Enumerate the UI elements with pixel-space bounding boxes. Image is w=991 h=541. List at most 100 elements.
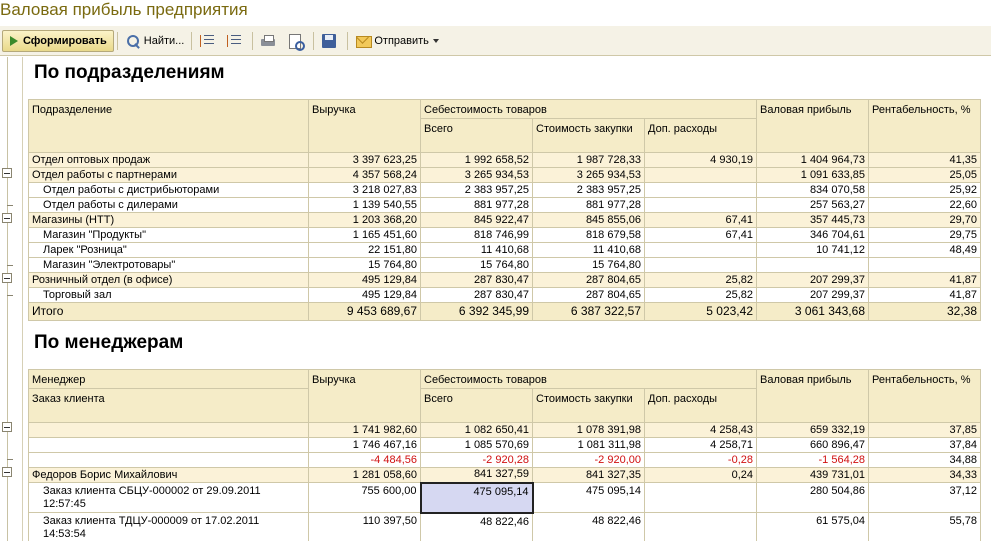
gross-cell[interactable]: 10 741,12 xyxy=(756,242,869,258)
extra-cell[interactable]: 4 930,19 xyxy=(644,152,757,168)
total-cell[interactable]: 1 082 650,41 xyxy=(420,422,533,438)
save-button[interactable] xyxy=(317,30,344,52)
purchase-cell[interactable]: 15 764,80 xyxy=(532,257,645,273)
table-row[interactable]: Магазин "Продукты" 1 165 451,60 818 746,99… xyxy=(28,227,981,243)
gross-cell[interactable]: 207 299,37 xyxy=(756,287,869,303)
revenue-cell[interactable]: 1 139 540,55 xyxy=(308,197,421,213)
profit-cell[interactable]: 41,87 xyxy=(868,287,981,303)
extra-cell[interactable]: 4 258,71 xyxy=(644,437,757,453)
extra-cell[interactable] xyxy=(644,242,757,258)
profit-cell[interactable]: 29,75 xyxy=(868,227,981,243)
table-row[interactable]: Ларек "Розница" 22 151,80 11 410,68 11 410,… xyxy=(28,242,981,258)
department-name-cell[interactable]: Отдел работы с дилерами xyxy=(28,197,309,213)
extra-cell[interactable] xyxy=(644,197,757,213)
table-row[interactable]: Федоров Борис Михайлович 1 281 058,60 841 … xyxy=(28,467,981,483)
gross-cell[interactable]: 257 563,27 xyxy=(756,197,869,213)
total-total-cell[interactable]: 6 392 345,99 xyxy=(420,302,533,321)
total-cell[interactable]: 1 992 658,52 xyxy=(420,152,533,168)
total-cell[interactable]: 15 764,80 xyxy=(420,257,533,273)
total-purchase-cell[interactable]: 6 387 322,57 xyxy=(532,302,645,321)
table-row[interactable]: Отдел работы с дистрибьюторами 3 218 027,… xyxy=(28,182,981,198)
revenue-cell[interactable]: 110 397,50 xyxy=(308,512,421,541)
gross-cell[interactable]: 346 704,61 xyxy=(756,227,869,243)
preview-button[interactable] xyxy=(283,30,310,52)
gross-cell[interactable]: 207 299,37 xyxy=(756,272,869,288)
table-row[interactable]: Отдел работы с дилерами 1 139 540,55 881 9… xyxy=(28,197,981,213)
revenue-cell[interactable]: 495 129,84 xyxy=(308,287,421,303)
collapse-group-button[interactable] xyxy=(2,467,12,477)
table-row[interactable]: Отдел оптовых продаж 3 397 623,25 1 992 65… xyxy=(28,152,981,168)
total-cell[interactable]: 1 085 570,69 xyxy=(420,437,533,453)
extra-cell[interactable]: 0,24 xyxy=(644,467,757,483)
gross-cell[interactable]: 834 070,58 xyxy=(756,182,869,198)
profit-cell[interactable]: 25,05 xyxy=(868,167,981,183)
gross-cell[interactable]: 439 731,01 xyxy=(756,467,869,483)
report-content[interactable]: По подразделениям Подразделение Выручка … xyxy=(0,57,991,541)
find-button[interactable]: Найти... xyxy=(121,30,189,52)
total-extra-cell[interactable]: 5 023,42 xyxy=(644,302,757,321)
purchase-cell[interactable]: 2 383 957,25 xyxy=(532,182,645,198)
revenue-cell[interactable]: 3 397 623,25 xyxy=(308,152,421,168)
revenue-cell[interactable]: 3 218 027,83 xyxy=(308,182,421,198)
department-name-cell[interactable]: Магазины (НТТ) xyxy=(28,212,309,228)
totals-row[interactable]: Итого 9 453 689,67 6 392 345,99 6 387 322,5… xyxy=(28,302,981,321)
table-row[interactable]: Заказ клиента ТДЦУ-000009 от 17.02.2011 … xyxy=(28,512,981,541)
profit-cell[interactable]: 48,49 xyxy=(868,242,981,258)
total-cell[interactable]: 3 265 934,53 xyxy=(420,167,533,183)
total-cell[interactable]: 475 095,14 xyxy=(419,481,534,514)
revenue-cell[interactable]: 1 165 451,60 xyxy=(308,227,421,243)
revenue-cell[interactable]: 495 129,84 xyxy=(308,272,421,288)
department-name-cell[interactable]: Ларек "Розница" xyxy=(28,242,309,258)
profit-cell[interactable]: 29,70 xyxy=(868,212,981,228)
total-profit-cell[interactable]: 32,38 xyxy=(868,302,981,321)
gross-cell[interactable]: 1 091 633,85 xyxy=(756,167,869,183)
manager-name-cell[interactable]: Заказ клиента СБЦУ-000002 от 29.09.2011 … xyxy=(28,482,309,513)
gross-cell[interactable]: 1 404 964,73 xyxy=(756,152,869,168)
profit-cell[interactable] xyxy=(868,257,981,273)
purchase-cell[interactable]: -2 920,00 xyxy=(532,452,645,468)
print-button[interactable] xyxy=(256,30,283,52)
profit-cell[interactable]: 34,33 xyxy=(868,467,981,483)
department-name-cell[interactable]: Отдел работы с партнерами xyxy=(28,167,309,183)
revenue-cell[interactable]: 1 281 058,60 xyxy=(308,467,421,483)
total-cell[interactable]: 48 822,46 xyxy=(420,512,533,541)
table-row[interactable]: 1 741 982,60 1 082 650,41 1 078 391,98 4 25… xyxy=(28,422,981,438)
profit-cell[interactable]: 37,84 xyxy=(868,437,981,453)
department-name-cell[interactable]: Розничный отдел (в офисе) xyxy=(28,272,309,288)
department-name-cell[interactable]: Магазин "Продукты" xyxy=(28,227,309,243)
total-cell[interactable]: 2 383 957,25 xyxy=(420,182,533,198)
extra-cell[interactable]: 25,82 xyxy=(644,287,757,303)
purchase-cell[interactable]: 475 095,14 xyxy=(532,482,645,513)
extra-cell[interactable] xyxy=(644,167,757,183)
total-gross-cell[interactable]: 3 061 343,68 xyxy=(756,302,869,321)
total-cell[interactable]: 818 746,99 xyxy=(420,227,533,243)
gross-cell[interactable]: 659 332,19 xyxy=(756,422,869,438)
table-row[interactable]: Магазины (НТТ) 1 203 368,20 845 922,47 845 … xyxy=(28,212,981,228)
gross-cell[interactable]: 660 896,47 xyxy=(756,437,869,453)
extra-cell[interactable]: 4 258,43 xyxy=(644,422,757,438)
total-cell[interactable]: 841 327,59 xyxy=(420,467,533,483)
extra-cell[interactable]: 67,41 xyxy=(644,212,757,228)
purchase-cell[interactable]: 818 679,58 xyxy=(532,227,645,243)
table-row[interactable]: Розничный отдел (в офисе) 495 129,84 287 8… xyxy=(28,272,981,288)
gross-cell[interactable]: 280 504,86 xyxy=(756,482,869,513)
total-cell[interactable]: 287 830,47 xyxy=(420,287,533,303)
purchase-cell[interactable]: 3 265 934,53 xyxy=(532,167,645,183)
purchase-cell[interactable]: 1 081 311,98 xyxy=(532,437,645,453)
profit-cell[interactable]: 34,88 xyxy=(868,452,981,468)
department-name-cell[interactable]: Отдел работы с дистрибьюторами xyxy=(28,182,309,198)
table-row[interactable]: Торговый зал 495 129,84 287 830,47 287 804,… xyxy=(28,287,981,303)
extra-cell[interactable] xyxy=(644,257,757,273)
profit-cell[interactable]: 22,60 xyxy=(868,197,981,213)
expand-groups-button[interactable] xyxy=(222,30,249,52)
total-cell[interactable]: 845 922,47 xyxy=(420,212,533,228)
department-name-cell[interactable]: Торговый зал xyxy=(28,287,309,303)
collapse-group-button[interactable] xyxy=(2,168,12,178)
revenue-cell[interactable]: 22 151,80 xyxy=(308,242,421,258)
table-row[interactable]: Заказ клиента СБЦУ-000002 от 29.09.2011 … xyxy=(28,481,981,514)
total-cell[interactable]: 287 830,47 xyxy=(420,272,533,288)
purchase-cell[interactable]: 881 977,28 xyxy=(532,197,645,213)
profit-cell[interactable]: 37,85 xyxy=(868,422,981,438)
manager-name-cell[interactable] xyxy=(28,422,309,438)
profit-cell[interactable]: 55,78 xyxy=(868,512,981,541)
